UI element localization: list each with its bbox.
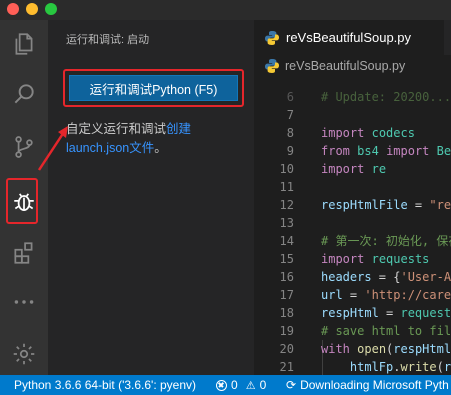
editor-tab-bar: reVsBeautifulSoup.py — [254, 20, 451, 55]
error-count: 0 — [231, 378, 238, 392]
code-line: 9 from bs4 import Be — [286, 144, 451, 158]
python-file-icon — [265, 59, 279, 73]
code-line: 7 — [286, 108, 294, 122]
extensions-icon[interactable] — [0, 233, 48, 273]
code-line: 22 htmlFp.close() — [254, 358, 451, 375]
problems-status[interactable]: 0 ⚠ 0 — [216, 375, 266, 395]
source-control-icon[interactable] — [0, 127, 48, 167]
more-icon[interactable] — [0, 282, 48, 322]
sync-icon: ⟳ — [286, 378, 297, 392]
search-icon[interactable] — [0, 74, 48, 114]
code-line: 14 # 第一次: 初始化, 保存 — [279, 234, 451, 248]
window-title-bar — [0, 0, 451, 20]
code-line: 16 headers = {'User-A — [279, 270, 451, 284]
code-line: 8 import codecs — [286, 126, 415, 140]
close-window-button[interactable] — [7, 3, 19, 15]
download-status: ⟳ Downloading Microsoft Pyth — [286, 375, 449, 395]
code-line: 20 with open(respHtml — [279, 342, 451, 356]
code-line: 17 url = 'http://care — [279, 288, 451, 302]
code-line: 13 — [279, 216, 294, 230]
download-status-text: Downloading Microsoft Pyth — [300, 378, 449, 392]
code-line: 10 import re — [279, 162, 387, 176]
maximize-window-button[interactable] — [45, 3, 57, 15]
run-debug-highlight-box — [6, 178, 38, 224]
code-editor[interactable]: 6 # Update: 20200... 7 8 import codecs 9 fr… — [254, 70, 451, 375]
code-line: 19 # save html to fil — [279, 324, 451, 338]
settings-gear-icon[interactable] — [0, 334, 48, 374]
run-button-highlight-box: 运行和调试Python (F5) — [63, 69, 244, 107]
activity-bar — [0, 20, 48, 375]
python-file-icon — [265, 30, 279, 45]
tab-revsbeautifulsoup[interactable]: reVsBeautifulSoup.py — [254, 20, 444, 55]
breadcrumb: reVsBeautifulSoup.py — [254, 55, 451, 77]
explorer-icon[interactable] — [0, 24, 48, 64]
code-line: 12 respHtmlFile = "re — [279, 198, 451, 212]
sidebar-title: 运行和调试: 启动 — [66, 34, 150, 46]
run-and-debug-python-button[interactable]: 运行和调试Python (F5) — [69, 75, 238, 101]
status-bar: Python 3.6.6 64-bit ('3.6.6': pyenv) 0 ⚠… — [0, 375, 451, 395]
tab-label: reVsBeautifulSoup.py — [286, 30, 412, 45]
minimize-window-button[interactable] — [26, 3, 38, 15]
hint-suffix: 。 — [154, 141, 167, 155]
hint-text: 自定义运行和调试 — [66, 122, 167, 136]
warning-count: 0 — [259, 378, 267, 392]
code-line: 11 — [279, 180, 294, 194]
python-interpreter-status[interactable]: Python 3.6.6 64-bit ('3.6.6': pyenv) — [14, 375, 196, 395]
breadcrumb-file[interactable]: reVsBeautifulSoup.py — [285, 59, 405, 73]
error-icon — [216, 379, 227, 391]
launch-config-hint: 自定义运行和调试创建 launch.json文件。 — [66, 120, 246, 158]
code-line: 18 respHtml = request — [279, 306, 451, 320]
warning-icon: ⚠ — [245, 379, 256, 392]
code-line: 21 htmlFp.write(res — [279, 360, 451, 374]
code-line: 15 import requests — [279, 252, 430, 266]
run-and-debug-sidebar: 运行和调试: 启动 运行和调试Python (F5) 自定义运行和调试创建 la… — [48, 20, 254, 375]
